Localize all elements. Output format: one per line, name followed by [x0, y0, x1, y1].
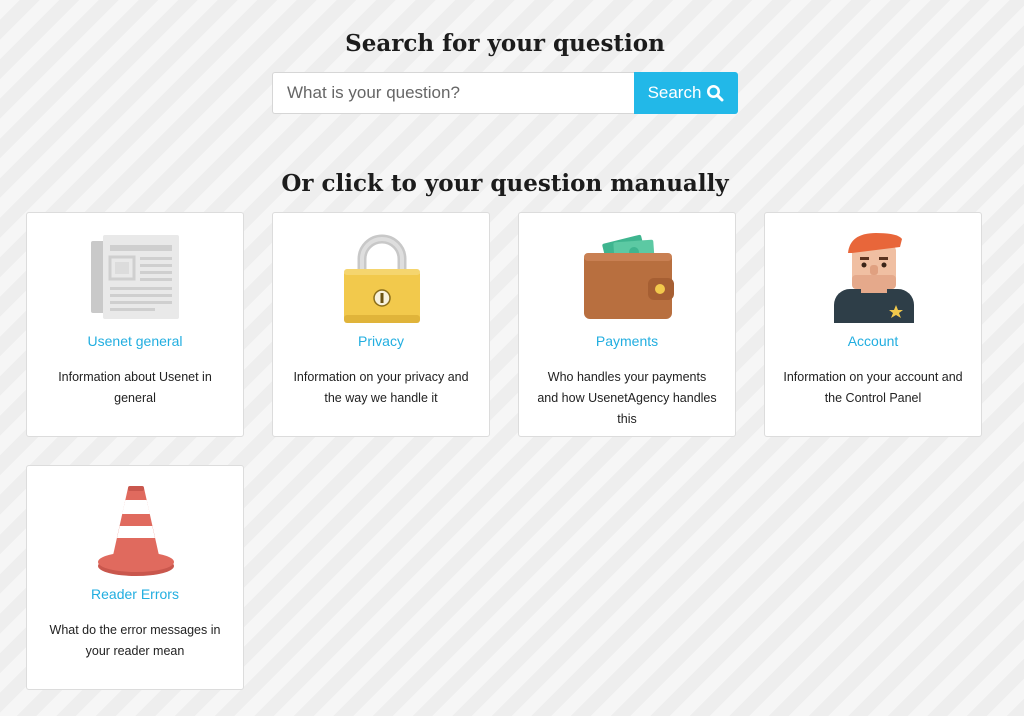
category-card-reader-errors[interactable]: Reader Errors What do the error messages…	[26, 465, 244, 690]
category-description: Information on your privacy and the way …	[293, 370, 469, 405]
traffic-cone-icon	[98, 486, 174, 576]
category-description: What do the error messages in your reade…	[49, 623, 221, 658]
padlock-icon	[344, 234, 420, 323]
search-bar: Search	[272, 72, 738, 114]
category-description: Who handles your payments and how Usenet…	[537, 370, 717, 426]
category-title[interactable]: Account	[765, 333, 981, 349]
category-card-usenet-general[interactable]: Usenet general Information about Usenet …	[26, 212, 244, 437]
search-input[interactable]	[272, 72, 634, 114]
category-card-privacy[interactable]: Privacy Information on your privacy and …	[272, 212, 490, 437]
category-title[interactable]: Reader Errors	[27, 586, 243, 602]
search-button[interactable]: Search	[634, 72, 738, 114]
category-title[interactable]: Payments	[519, 333, 735, 349]
category-card-account[interactable]: Account Information on your account and …	[764, 212, 982, 437]
search-heading: Search for your question	[345, 30, 665, 57]
manual-heading: Or click to your question manually	[281, 170, 729, 197]
category-card-payments[interactable]: Payments Who handles your payments and h…	[518, 212, 736, 437]
search-icon	[707, 85, 724, 102]
search-button-label: Search	[647, 83, 702, 102]
category-description: Information about Usenet in general	[58, 370, 212, 405]
user-avatar-icon	[834, 233, 914, 323]
category-title[interactable]: Privacy	[273, 333, 489, 349]
newspaper-icon	[91, 235, 179, 319]
category-description: Information on your account and the Cont…	[783, 370, 963, 405]
category-title[interactable]: Usenet general	[27, 333, 243, 349]
wallet-icon	[584, 234, 674, 319]
